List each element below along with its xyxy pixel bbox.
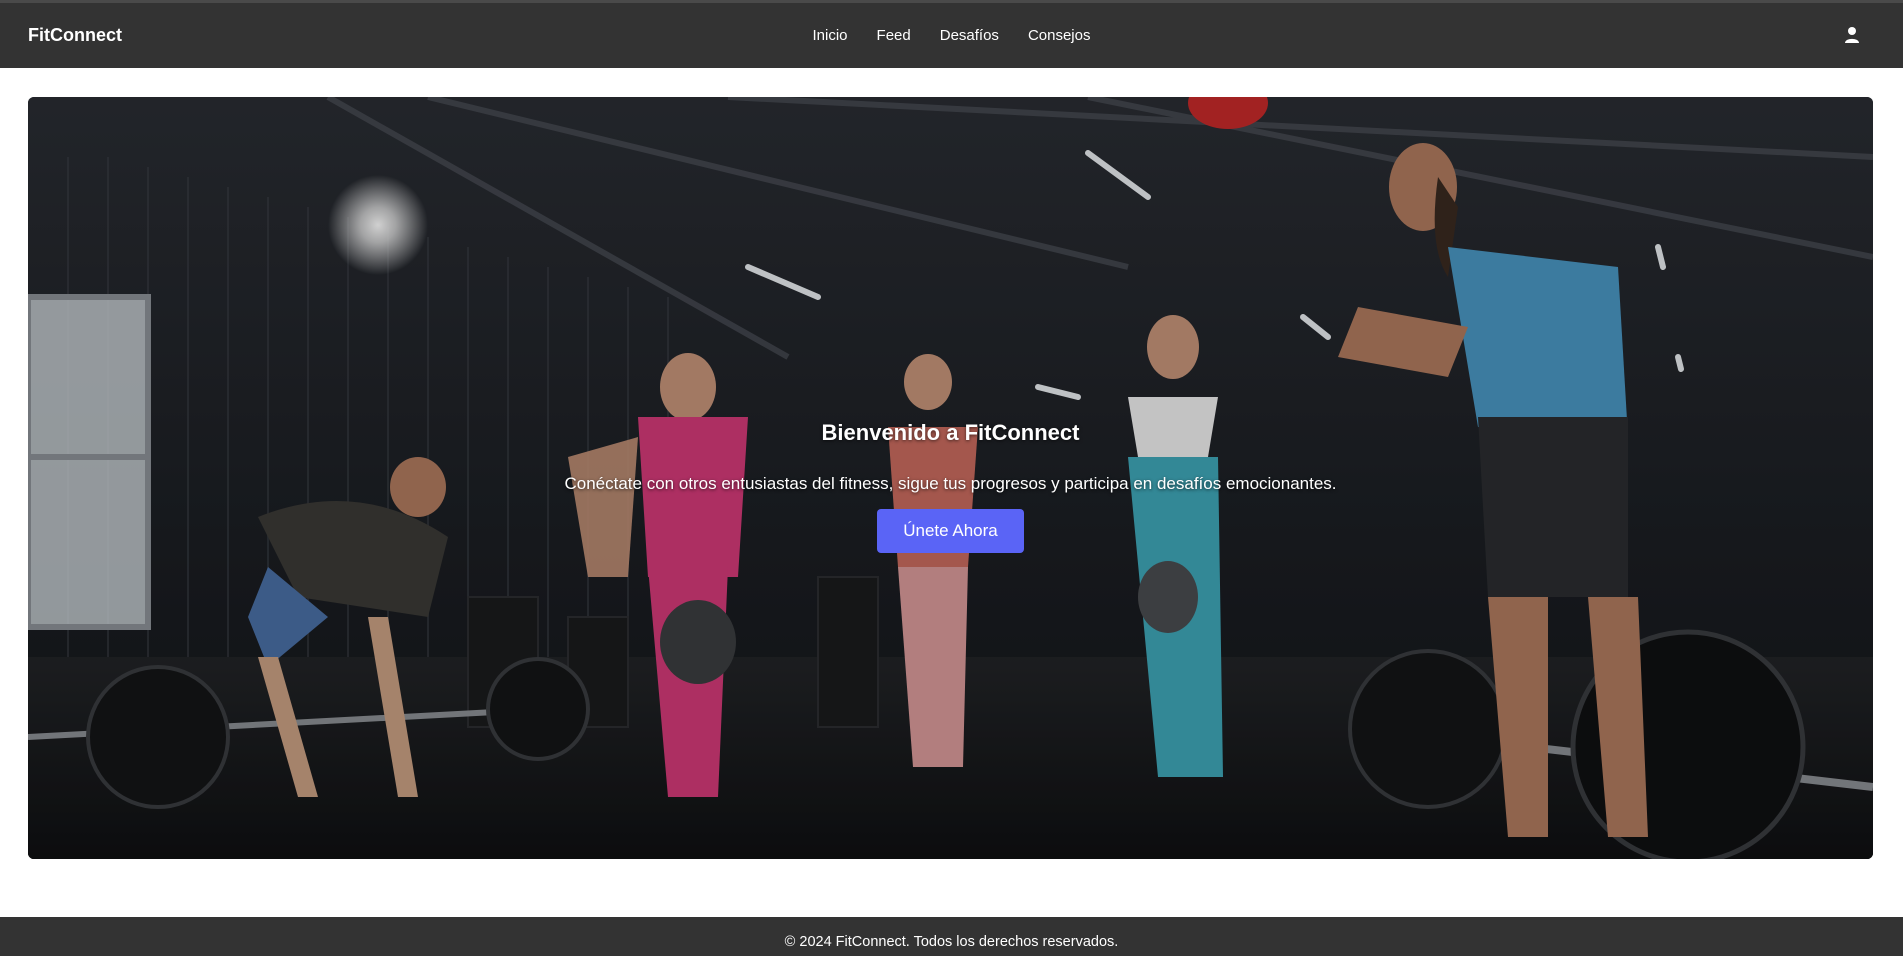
hero-subtitle: Conéctate con otros entusiastas del fitn… bbox=[564, 474, 1337, 493]
nav-link-consejos[interactable]: Consejos bbox=[1013, 3, 1105, 68]
brand-logo[interactable]: FitConnect bbox=[28, 3, 122, 68]
footer-copyright: © 2024 FitConnect. Todos los derechos re… bbox=[784, 934, 1119, 950]
join-now-button[interactable]: Únete Ahora bbox=[877, 509, 1024, 553]
nav-link-desafios[interactable]: Desafíos bbox=[925, 3, 1013, 68]
nav-link-inicio[interactable]: Inicio bbox=[798, 3, 862, 68]
main-nav: Inicio Feed Desafíos Consejos bbox=[0, 3, 1903, 68]
footer: © 2024 FitConnect. Todos los derechos re… bbox=[0, 917, 1903, 956]
hero-banner: Bienvenido a FitConnect Conéctate con ot… bbox=[28, 97, 1873, 859]
nav-link-feed[interactable]: Feed bbox=[862, 3, 925, 68]
hero-content: Bienvenido a FitConnect Conéctate con ot… bbox=[28, 97, 1873, 859]
user-icon[interactable] bbox=[1842, 25, 1862, 45]
navbar: FitConnect Inicio Feed Desafíos Consejos bbox=[0, 3, 1903, 68]
hero-title: Bienvenido a FitConnect bbox=[821, 420, 1080, 445]
